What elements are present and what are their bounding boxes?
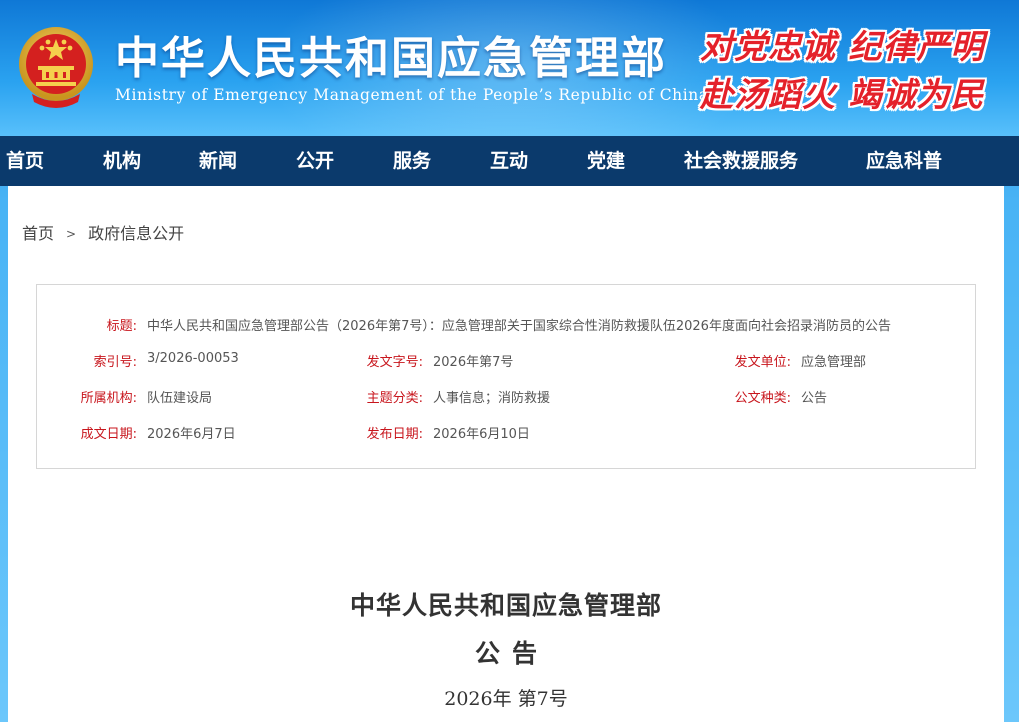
meta-issuer-value: 应急管理部 [801,355,867,370]
meta-issuer-label: 发文单位: [734,355,791,370]
document-metadata-box: 标题: 中华人民共和国应急管理部公告（2026年第7号）：应急管理部关于国家综合… [36,284,976,469]
meta-title-value: 中华人民共和国应急管理部公告（2026年第7号）：应急管理部关于国家综合性消防救… [147,319,891,334]
meta-topic-value: 人事信息；消防救援 [433,391,551,406]
content-panel: 首页 > 政府信息公开 标题: 中华人民共和国应急管理部公告（2026年第7号）：应… [8,186,1004,722]
meta-topic-label: 主题分类: [366,391,423,406]
meta-type-label: 公文种类: [734,391,791,406]
meta-published-value: 2026年6月10日 [433,427,530,442]
meta-org-label: 所属机构: [80,391,137,406]
nav-item-home[interactable]: 首页 [6,136,44,186]
document-number: 2026年 第7号 [444,688,568,710]
slogan-line-1: 对党忠诚 纪律严明 [700,27,985,66]
site-subtitle: Ministry of Emergency Management of the … [115,86,709,104]
meta-org-value: 队伍建设局 [147,391,213,406]
meta-type-value: 公告 [801,391,828,406]
breadcrumb-separator: > [66,227,77,241]
breadcrumb-home-link[interactable]: 首页 [22,224,54,243]
nav-item-services[interactable]: 服务 [393,136,431,186]
document-heading-ministry: 中华人民共和国应急管理部 [349,591,662,620]
nav-item-party[interactable]: 党建 [587,136,625,186]
breadcrumb-current-link[interactable]: 政府信息公开 [88,224,184,243]
main-nav: 首页 机构 新闻 公开 服务 互动 党建 社会救援服务 应急科普 [0,136,1019,186]
nav-item-interaction[interactable]: 互动 [490,136,528,186]
meta-doc-no-value: 2026年第7号 [433,355,514,370]
nav-item-social-rescue[interactable]: 社会救援服务 [684,136,798,186]
meta-title-label: 标题: [106,319,137,334]
document-heading-notice: 公告 [474,639,549,668]
meta-index-label: 索引号: [93,355,137,370]
national-emblem-icon[interactable] [18,24,94,110]
meta-published-label: 发布日期: [366,427,423,442]
nav-item-organization[interactable]: 机构 [103,136,141,186]
site-header: 中华人民共和国应急管理部 Ministry of Emergency Manag… [0,0,1019,136]
slogan-line-2: 赴汤蹈火 竭诚为民 [700,75,985,114]
site-title: 中华人民共和国应急管理部 [115,33,667,84]
nav-item-disclosure[interactable]: 公开 [296,136,334,186]
nav-item-news[interactable]: 新闻 [199,136,237,186]
breadcrumb: 首页 > 政府信息公开 [22,220,184,244]
meta-doc-no-label: 发文字号: [366,355,423,370]
meta-created-value: 2026年6月7日 [147,427,236,442]
meta-created-label: 成文日期: [80,427,137,442]
meta-index-value: 3/2026-00053 [147,351,239,366]
nav-item-science[interactable]: 应急科普 [866,136,942,186]
